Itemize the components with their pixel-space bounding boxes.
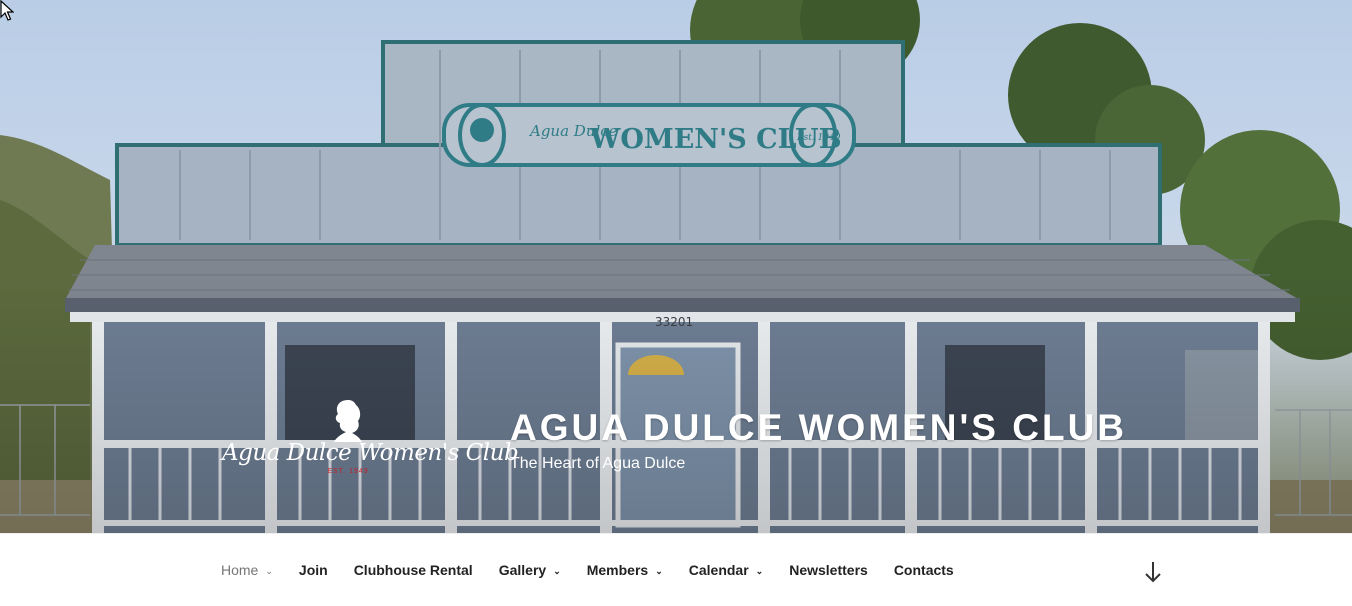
site-title[interactable]: AGUA DULCE WOMEN'S CLUB	[510, 407, 1127, 449]
nav-item-join[interactable]: Join	[286, 534, 341, 606]
nav-item-members[interactable]: Members ⌄	[574, 534, 676, 606]
nav-item-label: Clubhouse Rental	[353, 562, 473, 578]
nav-item-contacts[interactable]: Contacts	[881, 534, 967, 606]
chevron-down-icon: ⌄	[655, 565, 663, 576]
logo-est-text: EST. 1949	[327, 468, 369, 475]
nav-item-gallery[interactable]: Gallery ⌄	[486, 534, 574, 606]
nav-item-calendar[interactable]: Calendar ⌄	[676, 534, 776, 606]
cameo-silhouette-icon	[334, 400, 362, 442]
header-image: Agua Dulce WOMEN'S CLUB Est. 1949 33201 …	[0, 0, 1352, 533]
chevron-down-icon: ⌄	[755, 565, 764, 576]
mouse-cursor-icon	[0, 0, 14, 21]
site-logo[interactable]: Agua Dulce Women's Club EST. 1949	[222, 398, 519, 484]
nav-item-label: Gallery	[498, 562, 547, 578]
site-tagline: The Heart of Agua Dulce	[510, 455, 686, 472]
chevron-down-icon: ⌄	[265, 565, 273, 576]
nav-item-label: Contacts	[893, 562, 954, 578]
nav-item-label: Members	[586, 562, 649, 578]
building-number: 33201	[655, 315, 693, 329]
nav-item-clubhouse-rental[interactable]: Clubhouse Rental	[341, 534, 486, 606]
nav-menu: Home ⌄ Join Clubhouse Rental Gallery ⌄ M…	[208, 534, 967, 606]
main-navigation: Home ⌄ Join Clubhouse Rental Gallery ⌄ M…	[0, 533, 1352, 606]
nav-item-label: Calendar	[688, 562, 749, 578]
arrow-down-icon[interactable]	[1140, 559, 1166, 585]
clubhouse-photo: Agua Dulce WOMEN'S CLUB Est. 1949 33201	[0, 0, 1352, 533]
nav-item-label: Home	[221, 562, 259, 578]
nav-item-newsletters[interactable]: Newsletters	[776, 534, 881, 606]
chevron-down-icon: ⌄	[553, 565, 561, 576]
sign-est: Est. 1949	[796, 133, 841, 143]
nav-item-label: Join	[298, 562, 328, 578]
nav-item-label: Newsletters	[789, 562, 868, 578]
logo-script-text: Agua Dulce Women's Club	[222, 440, 519, 466]
nav-item-home[interactable]: Home ⌄	[208, 534, 286, 606]
